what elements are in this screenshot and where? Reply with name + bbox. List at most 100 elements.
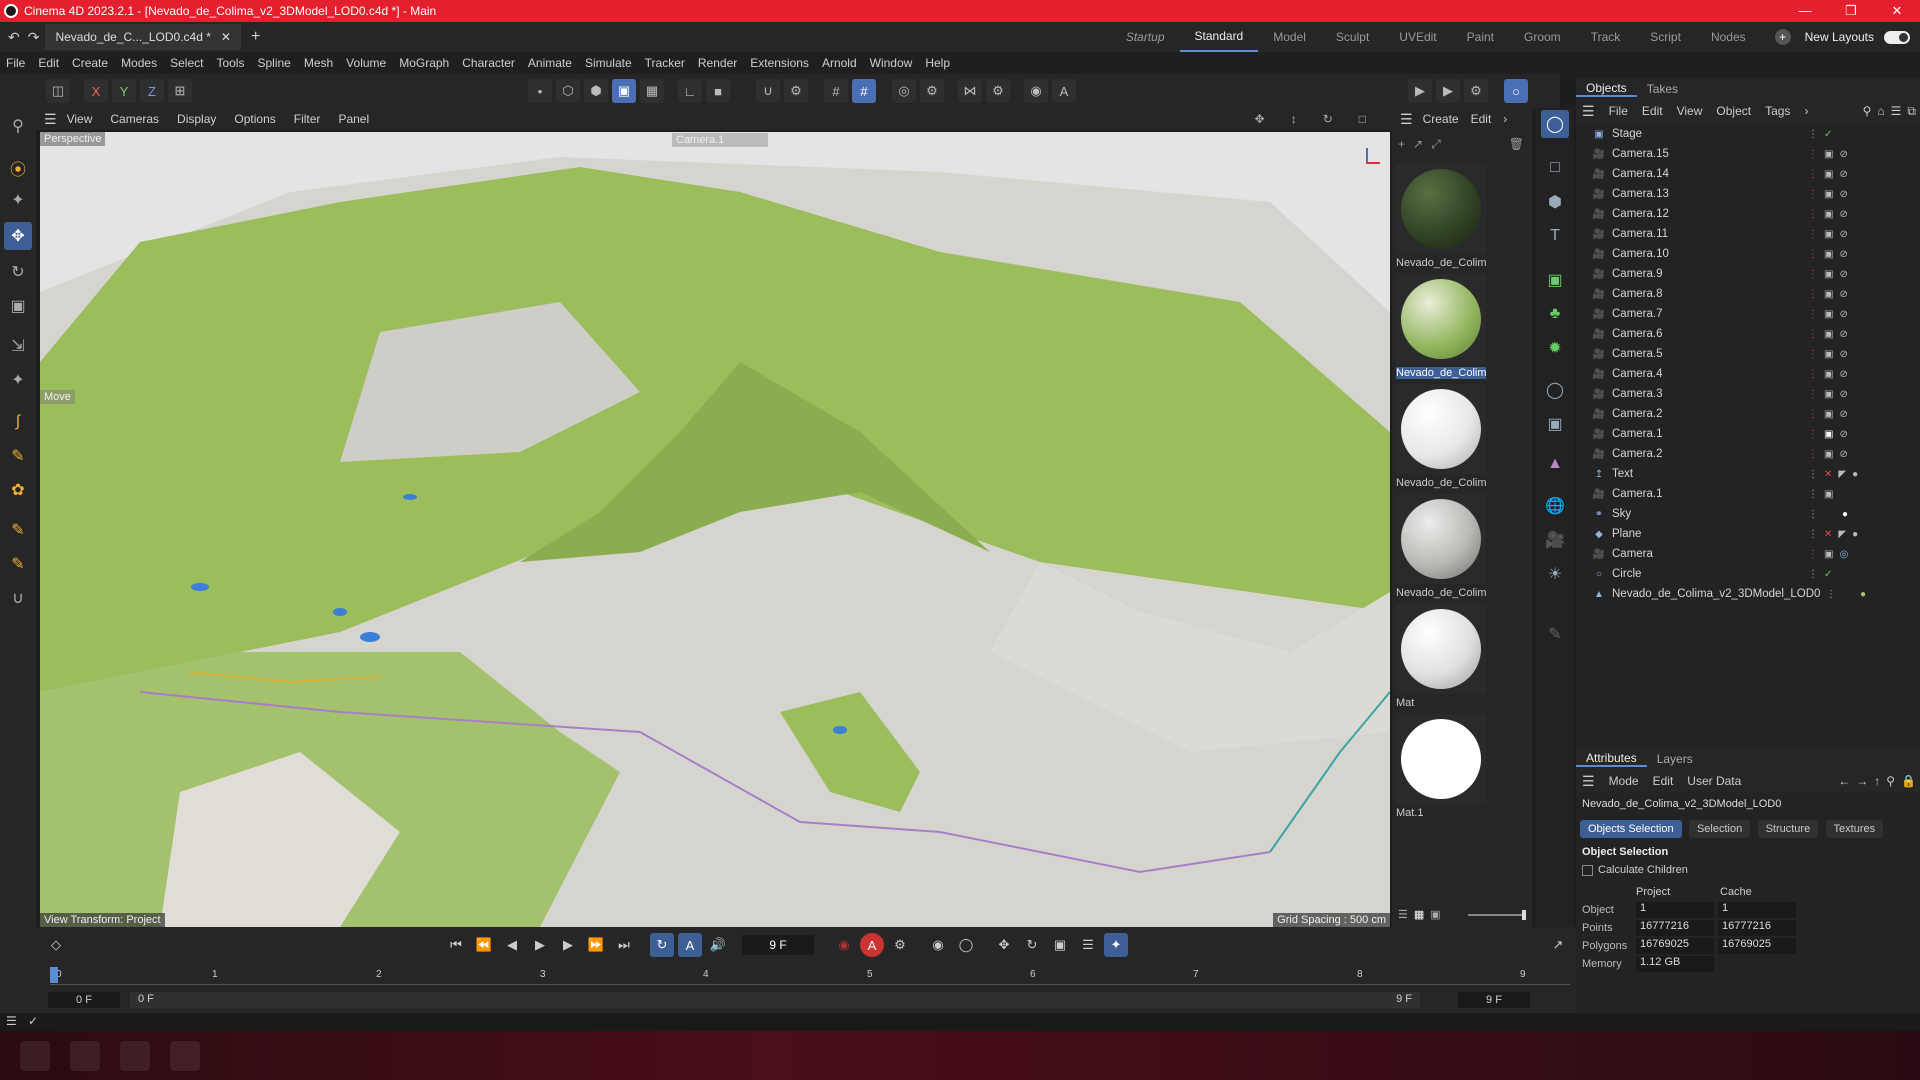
protection-tag-icon[interactable]: ⊘ [1839, 289, 1847, 300]
cloner-icon[interactable]: ♣ [1541, 300, 1569, 328]
symmetry-settings-icon[interactable]: ⚙ [986, 79, 1010, 103]
visibility-dots-icon[interactable]: ⋮ [1808, 209, 1818, 220]
material-tag-icon[interactable]: ● [1852, 529, 1858, 540]
visibility-dots-icon[interactable]: ⋮ [1808, 349, 1818, 360]
render-settings-icon[interactable]: ⚙ [920, 79, 944, 103]
protection-tag-icon[interactable]: ⊘ [1839, 449, 1847, 460]
protection-tag-icon[interactable]: ⊘ [1839, 269, 1847, 280]
texture-tag-icon[interactable]: ◤ [1838, 529, 1846, 540]
new-window-icon[interactable]: ⧉ [1907, 104, 1916, 119]
camera-tag-icon[interactable]: ▣ [1824, 269, 1833, 280]
objects-menu-edit[interactable]: Edit [1642, 104, 1663, 118]
close-icon[interactable]: ✕ [1874, 3, 1920, 19]
effector-icon[interactable]: ✹ [1541, 334, 1569, 362]
viewport-menu-display[interactable]: Display [177, 112, 216, 126]
material-menu-edit[interactable]: Edit [1471, 112, 1492, 126]
objects-search-icon[interactable]: ⚲ [1863, 104, 1872, 118]
layout-tab-script[interactable]: Script [1635, 22, 1696, 52]
viewport-menu-view[interactable]: View [67, 112, 93, 126]
next-key-icon[interactable]: ⏩ [584, 933, 608, 957]
visibility-dots-icon[interactable]: ⋮ [1808, 269, 1818, 280]
scale-tool-icon[interactable]: ▣ [4, 292, 32, 320]
object-row[interactable]: ◆ Plane ⋮ ✕ ◤ ● [1576, 524, 1920, 544]
key-selection-icon[interactable]: ◉ [926, 933, 950, 957]
viewport-menu-filter[interactable]: Filter [294, 112, 321, 126]
large-view-icon[interactable]: ▣ [1430, 908, 1440, 921]
taskbar-app-icon[interactable] [70, 1041, 100, 1071]
keyframe-settings-icon[interactable]: ⚙ [888, 933, 912, 957]
material-zoom-slider[interactable] [1468, 910, 1526, 920]
menu-simulate[interactable]: Simulate [585, 56, 632, 70]
attributes-hamburger-icon[interactable]: ☰ [1582, 773, 1595, 790]
menu-arnold[interactable]: Arnold [822, 56, 857, 70]
menu-modes[interactable]: Modes [121, 56, 157, 70]
sound-icon[interactable]: 🔊 [706, 933, 730, 957]
protection-tag-icon[interactable]: ⊘ [1839, 309, 1847, 320]
dolly-view-icon[interactable]: ↕ [1291, 112, 1297, 126]
tab-attributes[interactable]: Attributes [1576, 751, 1647, 767]
camera-tag-icon[interactable]: ▣ [1824, 449, 1833, 460]
workplane-icon[interactable]: # [852, 79, 876, 103]
transfer-tool-icon[interactable]: ⇲ [4, 332, 32, 360]
visibility-dots-icon[interactable]: ⋮ [1808, 529, 1818, 540]
visibility-dots-icon[interactable]: ⋮ [1808, 569, 1818, 580]
visibility-dots-icon[interactable]: ⋮ [1808, 469, 1818, 480]
protection-tag-icon[interactable]: ⊘ [1839, 229, 1847, 240]
objects-menu-tags[interactable]: Tags [1765, 104, 1790, 118]
visibility-dots-icon[interactable]: ⋮ [1808, 449, 1818, 460]
arnold-render-icon[interactable]: ◉ [1024, 79, 1048, 103]
rotate-tool-icon[interactable]: ↻ [4, 258, 32, 286]
protection-tag-icon[interactable]: ⊘ [1839, 149, 1847, 160]
visibility-dots-icon[interactable]: ⋮ [1808, 309, 1818, 320]
object-row[interactable]: ▲ Nevado_de_Colima_v2_3DModel_LOD0 ⋮ ● [1576, 584, 1920, 604]
menu-tools[interactable]: Tools [216, 56, 244, 70]
object-row[interactable]: 🎥 Camera.6 ⋮ ▣ ⊘ [1576, 324, 1920, 344]
commander-icon[interactable]: ○ [1504, 79, 1528, 103]
previous-key-icon[interactable]: ⏪ [472, 933, 496, 957]
attributes-menu-edit[interactable]: Edit [1653, 774, 1674, 788]
lock-icon[interactable]: 🔒 [1901, 774, 1916, 788]
layout-tab-track[interactable]: Track [1576, 22, 1636, 52]
brush-icon[interactable]: ✎ [1541, 620, 1569, 648]
camera-tag-icon[interactable]: ▣ [1824, 409, 1833, 420]
camera-tag-icon[interactable]: ▣ [1824, 349, 1833, 360]
snap-icon[interactable]: ∪ [756, 79, 780, 103]
spline-pen-icon[interactable]: ∫ [4, 408, 32, 436]
menu-animate[interactable]: Animate [528, 56, 572, 70]
material-swatch[interactable]: Mat [1396, 604, 1486, 709]
object-row[interactable]: ↥ Text ⋮ ✕ ◤ ● [1576, 464, 1920, 484]
spline-sketch-icon[interactable]: ✎ [4, 442, 32, 470]
camera-tag-icon[interactable]: ▣ [1824, 369, 1833, 380]
generator-icon[interactable]: ▲ [1541, 450, 1569, 478]
viewport-menu-options[interactable]: Options [234, 112, 275, 126]
layout-tab-sculpt[interactable]: Sculpt [1321, 22, 1384, 52]
loop-icon[interactable]: ↻ [650, 933, 674, 957]
protection-tag-icon[interactable]: ⊘ [1839, 349, 1847, 360]
range-slider[interactable]: 0 F 9 F [130, 992, 1420, 1008]
object-row[interactable]: 🎥 Camera.9 ⋮ ▣ ⊘ [1576, 264, 1920, 284]
object-mode-icon[interactable]: ▣ [612, 79, 636, 103]
material-swatch[interactable]: Nevado_de_Colim [1396, 164, 1486, 269]
menu-volume[interactable]: Volume [346, 56, 386, 70]
menu-render[interactable]: Render [698, 56, 737, 70]
taskbar-app-icon[interactable] [120, 1041, 150, 1071]
keyframe-icon[interactable]: ◇ [44, 933, 68, 957]
status-check-icon[interactable]: ✓ [28, 1014, 38, 1028]
start-frame-field[interactable]: 0 F [48, 992, 120, 1008]
end-frame-field[interactable]: 9 F [1458, 992, 1530, 1008]
next-frame-icon[interactable]: ▶ [556, 933, 580, 957]
light-icon[interactable]: ☀ [1541, 560, 1569, 588]
viewport-hamburger-icon[interactable]: ☰ [44, 111, 57, 128]
knife-icon[interactable]: ✎ [4, 550, 32, 578]
visibility-dots-icon[interactable]: ⋮ [1808, 389, 1818, 400]
render-region-icon[interactable]: ◎ [892, 79, 916, 103]
visibility-dots-icon[interactable]: ⋮ [1808, 289, 1818, 300]
material-tag-icon[interactable]: ● [1852, 469, 1858, 480]
magnet-icon[interactable]: ∪ [4, 584, 32, 612]
tweak-icon[interactable]: ✦ [4, 186, 32, 214]
selection-tab[interactable]: Selection [1688, 820, 1751, 838]
uv-mode-icon[interactable]: ▦ [640, 79, 664, 103]
edit-render-settings-icon[interactable]: ⚙ [1464, 79, 1488, 103]
layout-tab-startup[interactable]: Startup [1111, 22, 1180, 52]
subdivision-icon[interactable]: ▣ [1541, 266, 1569, 294]
